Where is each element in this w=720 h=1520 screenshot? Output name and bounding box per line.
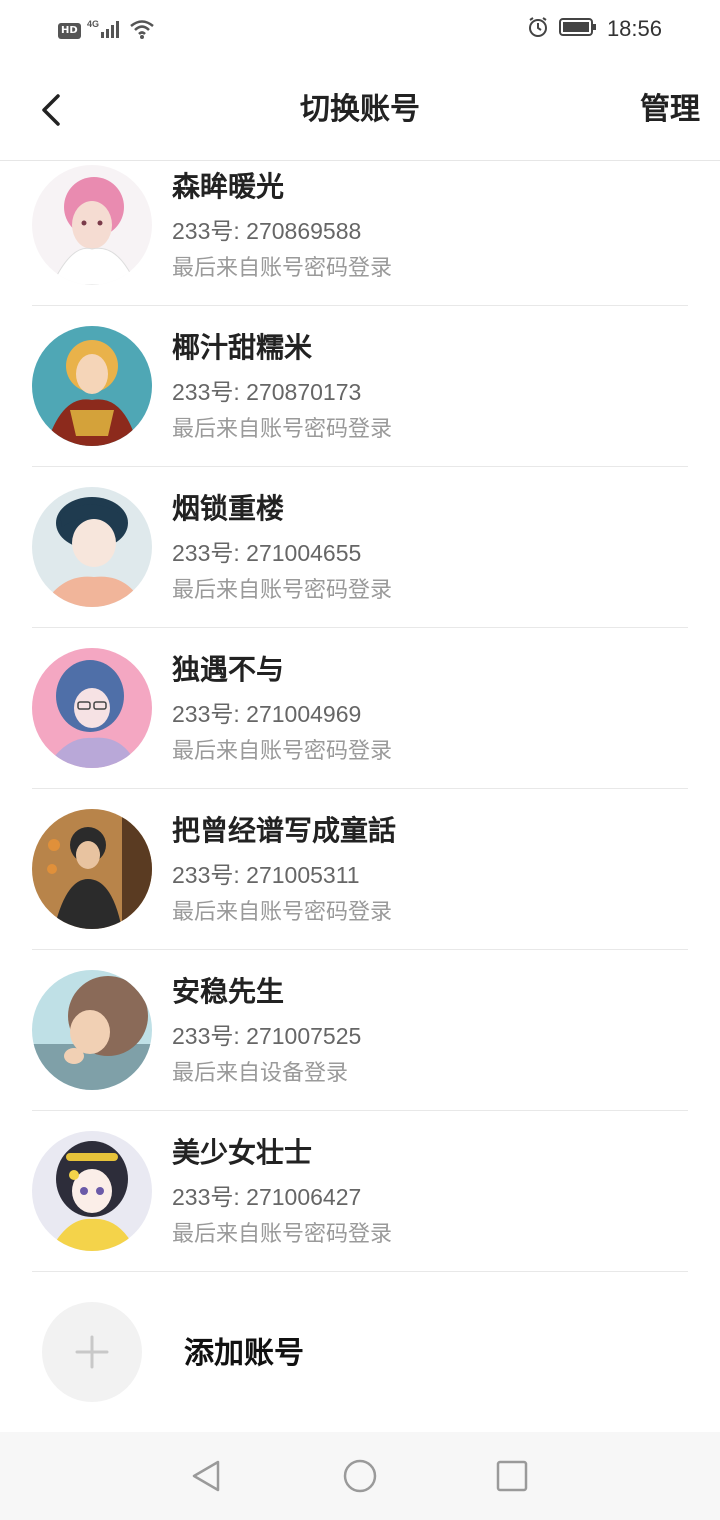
account-login-source: 最后来自设备登录	[172, 1061, 349, 1086]
account-name: 森眸暖光	[172, 170, 285, 203]
page-title: 切换账号	[300, 92, 420, 127]
account-name: 美少女壮士	[172, 1136, 313, 1169]
battery-icon	[558, 17, 597, 41]
avatar	[32, 1131, 152, 1251]
account-id: 233号: 271005311	[172, 862, 360, 888]
account-name: 烟锁重楼	[172, 492, 285, 525]
add-account-circle	[42, 1302, 142, 1402]
system-home-button[interactable]	[342, 1458, 378, 1494]
account-name: 把曾经谱写成童話	[172, 814, 397, 847]
account-login-source: 最后来自账号密码登录	[172, 900, 393, 925]
account-name: 椰汁甜糯米	[172, 331, 313, 364]
add-account-button[interactable]: 添加账号	[42, 1302, 642, 1402]
add-account-label: 添加账号	[184, 1336, 304, 1371]
avatar	[32, 970, 152, 1090]
avatar	[32, 326, 152, 446]
account-login-source: 最后来自账号密码登录	[172, 1222, 393, 1247]
back-triangle-icon	[192, 1460, 220, 1492]
recents-square-icon	[496, 1460, 528, 1492]
account-id: 233号: 271006427	[172, 1184, 362, 1210]
avatar	[32, 165, 152, 285]
system-recents-button[interactable]	[494, 1458, 530, 1494]
signal-icon: 4G	[87, 18, 123, 44]
account-item[interactable]: 独遇不与 233号: 271004969 最后来自账号密码登录	[32, 628, 688, 789]
account-item[interactable]: 烟锁重楼 233号: 271004655 最后来自账号密码登录	[32, 467, 688, 628]
avatar	[32, 487, 152, 607]
account-login-source: 最后来自账号密码登录	[172, 256, 393, 281]
account-id: 233号: 271004969	[172, 701, 362, 727]
account-login-source: 最后来自账号密码登录	[172, 578, 393, 603]
account-name: 独遇不与	[172, 653, 285, 686]
account-name: 安稳先生	[172, 975, 285, 1008]
account-item[interactable]: 把曾经谱写成童話 233号: 271005311 最后来自账号密码登录	[32, 789, 688, 950]
alarm-icon	[527, 16, 549, 42]
plus-icon	[75, 1335, 109, 1369]
account-id: 233号: 270870173	[172, 379, 362, 405]
account-login-source: 最后来自账号密码登录	[172, 417, 393, 442]
network-type: 4G	[87, 19, 99, 29]
account-item[interactable]: 美少女壮士 233号: 271006427 最后来自账号密码登录	[32, 1111, 688, 1272]
account-item[interactable]: 椰汁甜糯米 233号: 270870173 最后来自账号密码登录	[32, 306, 688, 467]
status-right: 18:56	[527, 16, 662, 42]
account-id: 233号: 271007525	[172, 1023, 362, 1049]
account-id: 233号: 271004655	[172, 540, 362, 566]
account-id: 233号: 270869588	[172, 218, 362, 244]
status-left: HD 4G	[58, 18, 155, 44]
account-item[interactable]: 安稳先生 233号: 271007525 最后来自设备登录	[32, 950, 688, 1111]
hd-icon: HD	[58, 23, 81, 39]
account-item[interactable]: 森眸暖光 233号: 270869588 最后来自账号密码登录	[32, 145, 688, 306]
manage-button[interactable]: 管理	[640, 90, 700, 130]
system-back-button[interactable]	[188, 1458, 224, 1494]
account-list: 森眸暖光 233号: 270869588 最后来自账号密码登录 椰汁甜糯米 23…	[0, 145, 720, 1272]
home-circle-icon	[343, 1459, 377, 1493]
avatar	[32, 809, 152, 929]
system-nav-bar	[0, 1432, 720, 1520]
status-time: 18:56	[606, 16, 662, 41]
account-login-source: 最后来自账号密码登录	[172, 739, 393, 764]
avatar	[32, 648, 152, 768]
wifi-icon	[129, 18, 155, 44]
status-bar: HD 4G 18:56	[0, 0, 720, 62]
